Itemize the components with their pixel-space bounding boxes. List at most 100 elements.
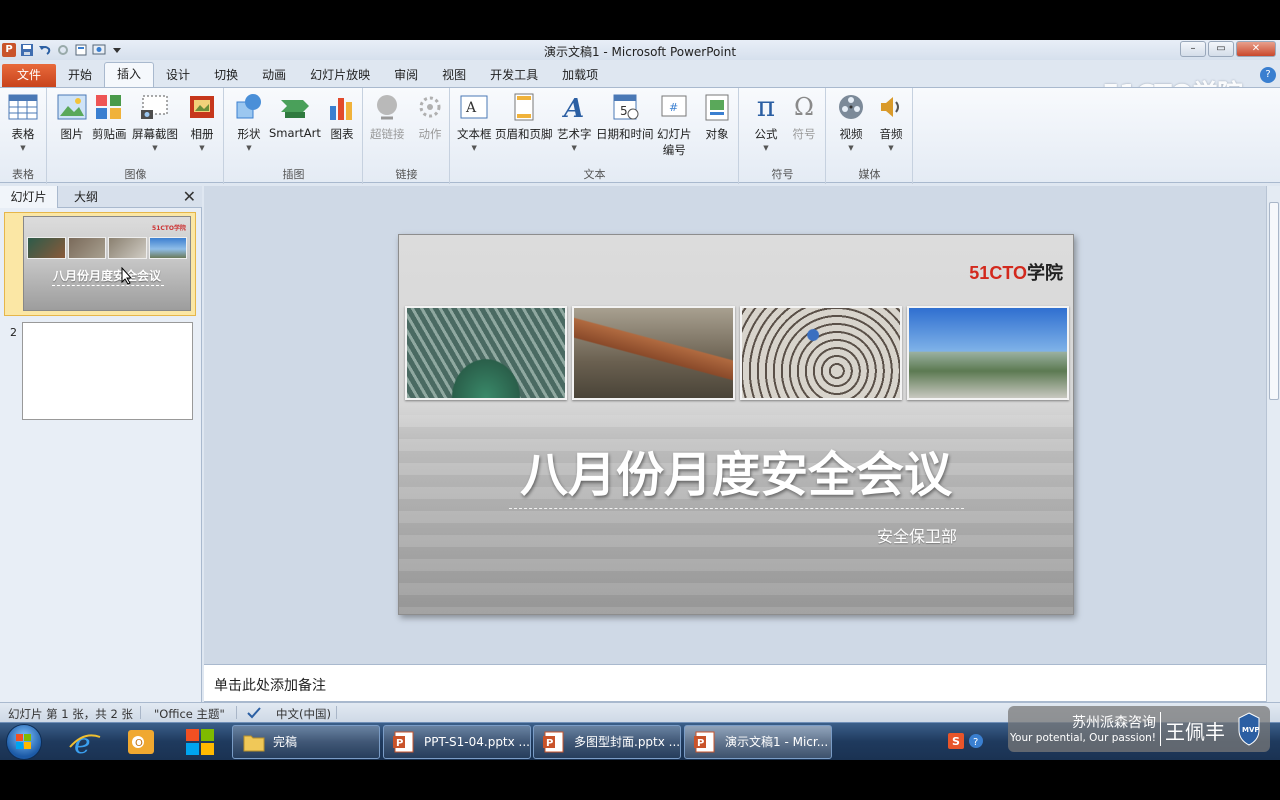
tab-addins[interactable]: 加载项	[550, 64, 610, 87]
presenter-name: 王佩丰	[1165, 720, 1225, 744]
thumb-photo	[27, 237, 66, 259]
help-icon[interactable]: ?	[1260, 67, 1276, 83]
slide-title[interactable]: 八月份月度安全会议	[399, 435, 1073, 505]
smartart-button[interactable]: SmartArt	[269, 92, 321, 140]
group-label-tables: 表格	[12, 168, 34, 181]
photo-album-button[interactable]: 相册 ▼	[186, 92, 218, 152]
tab-outline[interactable]: 大纲	[58, 186, 114, 208]
current-slide[interactable]: 51CTO学院 八月份月度安全会议 安全保卫部	[398, 234, 1074, 615]
logo-51cto: 51CTO	[969, 263, 1027, 283]
omega-icon: Ω	[794, 93, 814, 121]
screenshot-button[interactable]: 屏幕截图 ▼	[132, 92, 178, 152]
dropdown-arrow-icon: ▼	[471, 144, 477, 152]
status-language[interactable]: 中文(中国)	[276, 706, 331, 722]
taskbar-multi-image-cover[interactable]: P 多图型封面.pptx ...	[533, 725, 681, 759]
minimize-button[interactable]: –	[1180, 41, 1206, 57]
ribbon-group-tables: 表格 ▼ 表格	[0, 88, 47, 184]
tab-home[interactable]: 开始	[56, 64, 104, 87]
slide-thumbnail-1[interactable]: 51CTO学院 八月份月度安全会议	[4, 212, 196, 316]
slide-subtitle[interactable]: 安全保卫部	[877, 523, 957, 547]
taskbar-ppt-s1-04[interactable]: P PPT-S1-04.pptx ...	[383, 725, 531, 759]
office-icon[interactable]	[178, 725, 222, 759]
object-button[interactable]: 对象	[701, 92, 733, 142]
wordart-label: 艺术字	[557, 127, 592, 141]
ribbon-group-media: 视频 ▼ 音频 ▼ 媒体	[827, 88, 913, 184]
slides-pane: 幻灯片 大纲 ✕ 1 51CTO学院 八月份月度安全会议 2	[0, 186, 202, 704]
tab-review[interactable]: 审阅	[382, 64, 430, 87]
header-footer-button[interactable]: 页眉和页脚	[495, 92, 553, 142]
tab-animations[interactable]: 动画	[250, 64, 298, 87]
textbox-icon: A	[460, 95, 488, 119]
notes-scrollbar[interactable]	[1266, 664, 1280, 702]
slides-pane-tabs: 幻灯片 大纲 ✕	[0, 186, 202, 208]
scrollbar-thumb[interactable]	[1269, 202, 1279, 400]
picture-label: 图片	[60, 127, 84, 141]
maximize-button[interactable]: ▭	[1208, 41, 1234, 57]
tab-view[interactable]: 视图	[430, 64, 478, 87]
status-theme[interactable]: "Office 主题"	[154, 706, 225, 722]
film-reel-icon	[839, 95, 863, 119]
spellcheck-icon[interactable]	[246, 706, 262, 720]
vertical-scrollbar[interactable]	[1266, 186, 1280, 664]
mouse-cursor-icon	[121, 267, 133, 285]
thumb-photo	[108, 237, 147, 259]
close-button[interactable]: ✕	[1236, 41, 1276, 57]
slide-number-label-2: 编号	[662, 143, 686, 157]
speaker-icon	[881, 97, 899, 117]
action-button[interactable]: 动作	[414, 92, 446, 142]
symbol-button[interactable]: Ω 符号	[788, 92, 820, 142]
shapes-button[interactable]: 形状 ▼	[233, 92, 265, 152]
picture-button[interactable]: 图片	[56, 92, 88, 142]
tab-slideshow[interactable]: 幻灯片放映	[298, 64, 382, 87]
tab-file[interactable]: 文件	[2, 64, 57, 87]
photo-worker-mill[interactable]	[739, 306, 902, 400]
slide-thumbnail-2[interactable]	[22, 322, 193, 420]
sogou-input-icon[interactable]: S	[948, 733, 964, 749]
equation-button[interactable]: π 公式 ▼	[750, 92, 782, 153]
tab-slides[interactable]: 幻灯片	[0, 186, 58, 208]
photo-kiln-pipes[interactable]	[572, 306, 735, 400]
tab-developer[interactable]: 开发工具	[478, 64, 550, 87]
table-icon	[8, 94, 38, 120]
tab-design[interactable]: 设计	[154, 64, 202, 87]
symbol-label: 符号	[792, 127, 816, 141]
photo-tunnel[interactable]	[405, 306, 568, 400]
equation-label: 公式	[754, 127, 778, 141]
textbox-label: 文本框	[457, 127, 492, 141]
slide-number-button[interactable]: # 幻灯片 编号	[657, 92, 692, 158]
close-pane-icon[interactable]: ✕	[183, 187, 196, 206]
hyperlink-button[interactable]: 超链接	[370, 92, 405, 142]
thumb-title: 八月份月度安全会议	[52, 269, 161, 283]
photo-album-icon	[190, 96, 214, 118]
tab-transitions[interactable]: 切换	[202, 64, 250, 87]
date-time-button[interactable]: 5 日期和时间	[596, 92, 654, 142]
thumb-photo	[148, 237, 187, 259]
taskbar-presentation1[interactable]: P 演示文稿1 - Micr...	[684, 725, 832, 759]
status-slide-info: 幻灯片 第 1 张，共 2 张	[8, 707, 133, 721]
video-button[interactable]: 视频 ▼	[835, 92, 867, 152]
notes-pane[interactable]: 单击此处添加备注	[204, 664, 1266, 702]
internet-explorer-icon[interactable]: e	[62, 725, 106, 759]
smartart-label: SmartArt	[269, 126, 321, 140]
ribbon-group-illustrations: 形状 ▼ SmartArt 图表 插图	[225, 88, 363, 184]
help-tray-icon[interactable]: ?	[968, 733, 984, 749]
audio-button[interactable]: 音频 ▼	[875, 92, 907, 152]
object-label: 对象	[705, 127, 729, 141]
mvp-badge-icon: MVP	[1238, 712, 1260, 746]
tab-insert[interactable]: 插入	[104, 62, 155, 87]
clipart-button[interactable]: 剪贴画	[92, 92, 127, 142]
taskbar-folder[interactable]: 完稿	[232, 725, 380, 759]
wordart-button[interactable]: A 艺术字 ▼	[557, 92, 592, 152]
svg-text:5: 5	[620, 104, 628, 118]
table-button[interactable]: 表格 ▼	[7, 92, 39, 152]
screenshot-label: 屏幕截图	[132, 127, 178, 141]
outlook-icon[interactable]: O	[120, 725, 164, 759]
dropdown-arrow-icon: ▼	[848, 144, 854, 152]
thumb-photo	[67, 237, 106, 259]
dropdown-arrow-icon: ▼	[888, 144, 894, 152]
taskbar-label: 完稿	[273, 735, 298, 749]
dropdown-arrow-icon: ▼	[246, 144, 252, 152]
textbox-button[interactable]: A 文本框 ▼	[457, 92, 492, 152]
photo-factory[interactable]	[906, 306, 1069, 400]
chart-button[interactable]: 图表	[326, 92, 358, 142]
